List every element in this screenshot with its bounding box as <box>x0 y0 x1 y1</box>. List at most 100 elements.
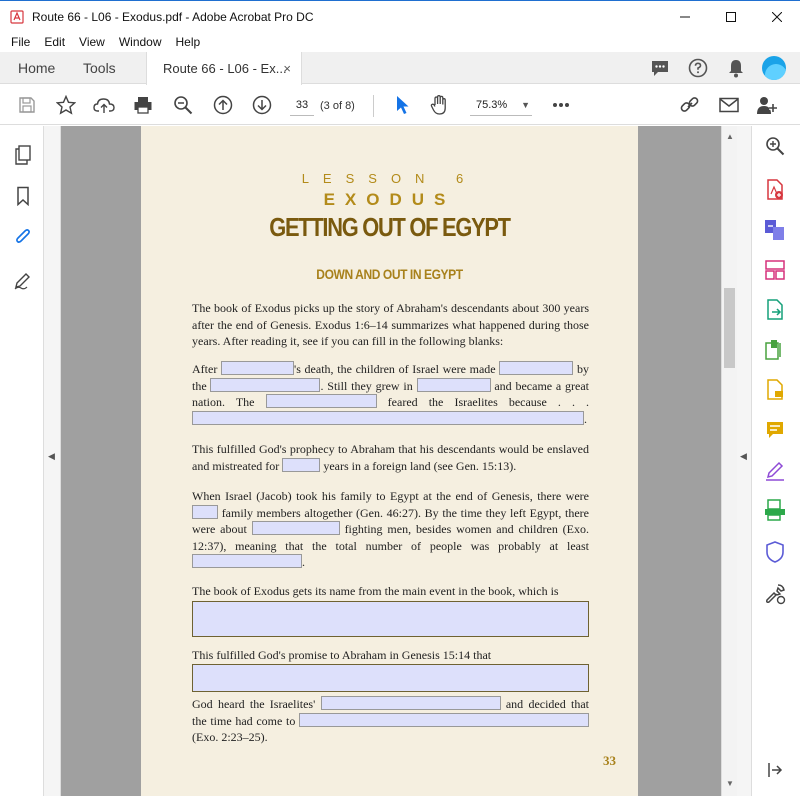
close-icon <box>772 12 782 22</box>
zoom-level-dropdown[interactable]: 75.3% ▼ <box>470 94 532 116</box>
chevron-down-icon: ▼ <box>521 100 530 110</box>
menu-view[interactable]: View <box>72 35 112 49</box>
tab-close-icon[interactable]: × <box>283 61 291 76</box>
blank-field-fighting-men[interactable] <box>251 521 340 536</box>
hand-tool-icon[interactable] <box>428 93 452 117</box>
previous-page-icon[interactable] <box>211 93 235 117</box>
organize-pages-icon[interactable] <box>763 258 787 282</box>
vertical-scrollbar[interactable]: ▲ ▼ <box>721 126 737 796</box>
answer-box-promise[interactable] <box>192 664 589 692</box>
text-fragment: After <box>192 362 218 376</box>
title-bar: Route 66 - L06 - Exodus.pdf - Adobe Acro… <box>0 0 800 32</box>
fill-in-paragraph-1: After 's death, the children of Israel w… <box>192 361 589 427</box>
signatures-pen-icon[interactable] <box>12 269 34 291</box>
menu-file[interactable]: File <box>4 35 37 49</box>
scan-ocr-icon[interactable] <box>763 498 787 522</box>
edit-pdf-icon[interactable] <box>763 338 787 362</box>
close-window-button[interactable] <box>754 1 800 33</box>
god-heard-paragraph: God heard the Israelites' and decided th… <box>192 696 589 746</box>
main-toolbar: 33 (3 of 8) 75.3% ▼ <box>0 85 800 125</box>
blank-field-grew-in[interactable] <box>416 377 491 392</box>
text-fragment: years in a foreign land (see Gen. 15:13)… <box>323 458 517 473</box>
blank-field-years[interactable] <box>282 457 321 472</box>
page-number-input[interactable]: 33 <box>290 94 314 116</box>
add-person-icon[interactable] <box>755 93 779 117</box>
fill-and-sign-icon[interactable] <box>763 458 787 482</box>
blank-field-total-people[interactable] <box>192 554 302 569</box>
blank-field-because[interactable] <box>192 410 584 425</box>
text-fragment: (Exo. 2:23–25). <box>192 730 268 745</box>
minimize-button[interactable] <box>662 1 708 33</box>
blank-field-family-members[interactable] <box>192 504 218 519</box>
email-envelope-icon[interactable] <box>717 93 741 117</box>
blank-field-by-the[interactable] <box>210 377 321 392</box>
left-navigation-panel <box>0 126 44 796</box>
comment-tool-icon[interactable] <box>763 418 787 442</box>
more-tools-icon[interactable] <box>549 93 573 117</box>
text-fragment: feared the Israelites because . . . <box>387 395 590 410</box>
expand-panel-icon[interactable] <box>763 758 787 782</box>
more-tools-wrench-icon[interactable] <box>763 582 787 606</box>
protect-shield-icon[interactable] <box>763 540 787 564</box>
export-pdf-icon[interactable] <box>763 298 787 322</box>
menu-help[interactable]: Help <box>169 35 208 49</box>
select-cursor-icon[interactable] <box>390 93 414 117</box>
search-tool-icon[interactable] <box>763 134 787 158</box>
cloud-upload-icon[interactable] <box>92 93 116 117</box>
attachments-paperclip-icon[interactable] <box>12 226 34 248</box>
section-heading: DOWN AND OUT IN EGYPT <box>316 266 463 282</box>
left-panel-collapse-handle[interactable]: ◀ <box>44 126 61 796</box>
tab-tools[interactable]: Tools <box>83 52 116 84</box>
toolbar-divider <box>373 95 374 117</box>
intro-paragraph: The book of Exodus picks up the story of… <box>192 301 589 349</box>
blank-field-israelites[interactable] <box>320 696 501 710</box>
tab-bar: Home Tools Route 66 - L06 - Ex... × <box>0 52 800 85</box>
text-fragment: God heard the Israelites' <box>192 697 316 711</box>
family-paragraph: When Israel (Jacob) took his family to E… <box>192 488 589 571</box>
maximize-button[interactable] <box>708 1 754 33</box>
bookmarks-icon[interactable] <box>12 185 34 207</box>
tab-document[interactable]: Route 66 - L06 - Ex... × <box>146 52 302 85</box>
share-link-icon[interactable] <box>678 93 702 117</box>
blank-field-time-had-come[interactable] <box>299 712 589 727</box>
blank-field-person[interactable] <box>221 361 295 375</box>
chevron-left-icon: ◀ <box>740 451 747 461</box>
text-fragment: 's death, the children of Israel were ma… <box>294 362 496 376</box>
right-tools-panel <box>752 126 800 796</box>
zoom-out-search-icon[interactable] <box>171 93 195 117</box>
book-name-paragraph: The book of Exodus gets its name from th… <box>192 584 559 598</box>
page-title: GETTING OUT OF EGYPT <box>269 212 511 242</box>
zoom-level-value: 75.3% <box>476 99 508 111</box>
maximize-icon <box>726 12 736 22</box>
tab-home[interactable]: Home <box>18 52 55 84</box>
blank-field-feared[interactable] <box>265 394 377 409</box>
text-fragment: . Still they grew in <box>320 378 413 393</box>
combine-files-icon[interactable] <box>763 218 787 242</box>
user-avatar[interactable] <box>762 56 786 80</box>
window-title: Route 66 - L06 - Exodus.pdf - Adobe Acro… <box>32 9 314 24</box>
answer-box-main-event[interactable] <box>192 601 589 637</box>
chevron-left-icon: ◀ <box>48 451 55 461</box>
next-page-icon[interactable] <box>250 93 274 117</box>
help-icon[interactable] <box>686 56 710 80</box>
printed-page-number: 33 <box>603 753 616 768</box>
notifications-bell-icon[interactable] <box>724 56 748 80</box>
print-icon[interactable] <box>131 93 155 117</box>
create-pdf-icon[interactable] <box>763 178 787 202</box>
request-signature-icon[interactable] <box>763 378 787 402</box>
page-count-label: (3 of 8) <box>320 100 355 112</box>
prophecy-paragraph: This fulfilled God's prophecy to Abraham… <box>192 441 589 474</box>
menu-edit[interactable]: Edit <box>37 35 72 49</box>
comment-icon[interactable] <box>648 56 672 80</box>
page-thumbnails-icon[interactable] <box>12 144 34 166</box>
scroll-down-arrow-icon[interactable]: ▼ <box>726 779 734 788</box>
text-fragment: When Israel (Jacob) took his family to E… <box>192 489 589 503</box>
right-panel-collapse-handle[interactable]: ◀ <box>737 126 752 796</box>
blank-field-made[interactable] <box>499 361 574 375</box>
scroll-up-arrow-icon[interactable]: ▲ <box>726 132 734 141</box>
document-viewport[interactable]: LESSON 6 EXODUS GETTING OUT OF EGYPT DOW… <box>61 126 721 796</box>
bookmark-star-icon[interactable] <box>54 93 78 117</box>
scrollbar-thumb[interactable] <box>724 288 735 368</box>
menu-window[interactable]: Window <box>112 35 169 49</box>
save-icon[interactable] <box>15 93 39 117</box>
